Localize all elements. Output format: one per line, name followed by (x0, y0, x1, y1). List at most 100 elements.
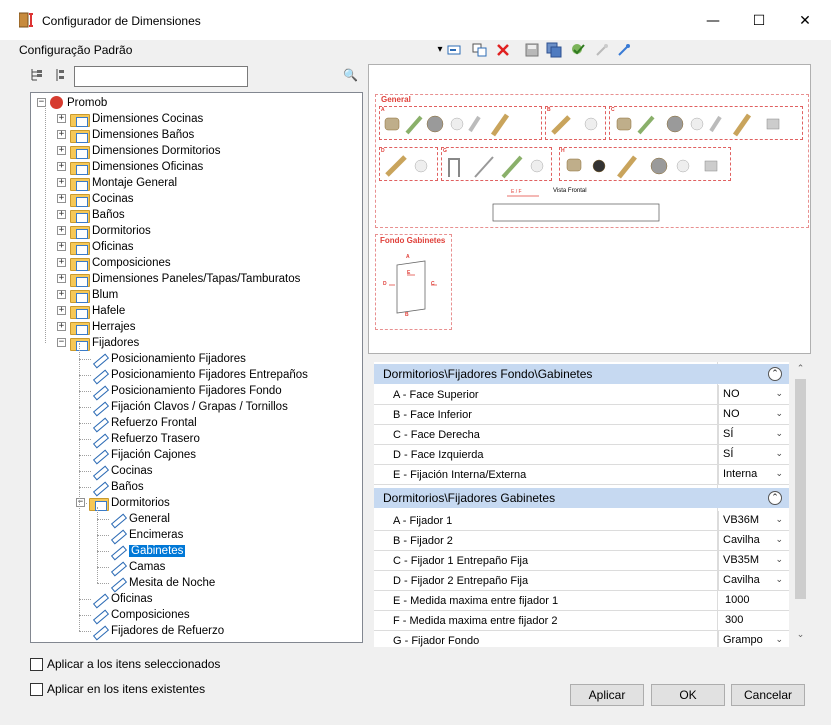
maximize-button[interactable]: ☐ (736, 8, 782, 34)
checkbox-box[interactable] (30, 683, 43, 697)
expander-icon[interactable]: − (57, 338, 66, 348)
property-value-select[interactable]: Interna ⌄ (718, 465, 786, 484)
tree-item[interactable]: + Dimensiones Oficinas (57, 159, 203, 176)
expander-icon[interactable]: + (57, 194, 66, 204)
property-value-select[interactable]: SÍ ⌄ (718, 445, 786, 464)
section-fondo-gabinetes[interactable]: Dormitorios\Fijadores Fondo\Gabinetes ⌃ (374, 364, 789, 384)
scroll-down-icon[interactable]: ⌄ (792, 630, 809, 640)
scroll-up-icon[interactable]: ⌃ (792, 364, 809, 374)
tree-item[interactable]: + Cocinas (57, 191, 134, 208)
tree-item-fijadores[interactable]: − Fijadores (57, 335, 139, 352)
tree-root-promob[interactable]: − Promob (37, 95, 107, 111)
tree-item[interactable]: + Dimensiones Dormitorios (57, 143, 220, 160)
tree-item[interactable]: + Composiciones (57, 255, 171, 272)
tree-item[interactable]: Fijadores de Refuerzo (91, 623, 224, 639)
apply-check-icon[interactable] (570, 42, 586, 58)
tree-item[interactable]: + Dimensiones Paneles/Tapas/Tamburatos (57, 271, 300, 288)
tree-item-dormitorios[interactable]: − Dormitorios (76, 495, 170, 512)
find-icon[interactable]: 🔍 (343, 68, 358, 82)
tree-item[interactable]: Posicionamiento Fijadores (91, 351, 246, 367)
tree-item[interactable]: + Montaje General (57, 175, 177, 192)
expander-icon[interactable]: − (76, 498, 85, 508)
tree-item[interactable]: + Oficinas (57, 239, 134, 256)
expander-icon[interactable]: + (57, 274, 66, 284)
collapse-section-icon[interactable]: ⌃ (768, 491, 782, 505)
property-value-select[interactable]: Cavilha ⌄ (718, 531, 786, 550)
property-value-select[interactable]: Cavilha ⌄ (718, 571, 786, 590)
chevron-down-icon[interactable]: ⌄ (775, 425, 783, 444)
copy-config-icon[interactable] (472, 42, 488, 58)
expander-icon[interactable]: + (57, 226, 66, 236)
delete-icon[interactable] (495, 42, 511, 58)
scrollbar-thumb[interactable] (795, 379, 806, 599)
checkbox-box[interactable] (30, 658, 43, 672)
property-value-select[interactable]: VB36M ⌄ (718, 511, 786, 530)
expander-icon[interactable]: + (57, 242, 66, 252)
chevron-down-icon[interactable]: ⌄ (775, 531, 783, 550)
expand-all-icon[interactable] (30, 68, 44, 82)
tree-item[interactable]: + Dormitorios (57, 223, 151, 240)
tree-search-input[interactable] (74, 66, 248, 87)
minimize-button[interactable]: — (690, 8, 736, 34)
options-tree[interactable]: − Promob + Dimensiones Cocinas + Dimensiones … (30, 92, 363, 643)
chevron-down-icon[interactable]: ⌄ (775, 385, 783, 404)
collapse-all-icon[interactable] (54, 68, 66, 82)
tree-item[interactable]: Posicionamiento Fijadores Fondo (91, 383, 282, 399)
expander-icon[interactable]: + (57, 178, 66, 188)
chevron-down-icon[interactable]: ⌄ (775, 551, 783, 570)
add-config-icon[interactable] (446, 42, 462, 58)
expander-icon[interactable]: + (57, 306, 66, 316)
tree-item[interactable]: + Dimensiones Baños (57, 127, 194, 144)
expander-icon[interactable]: + (57, 322, 66, 332)
tree-item[interactable]: Mesita de Noche (109, 575, 215, 591)
chevron-down-icon[interactable]: ⌄ (775, 405, 783, 424)
chevron-down-icon[interactable]: ⌄ (775, 631, 783, 647)
expander-icon[interactable]: + (57, 130, 66, 140)
expander-icon[interactable]: + (57, 258, 66, 268)
apply-selected-checkbox[interactable]: Aplicar a los itens seleccionados (30, 657, 220, 673)
chevron-down-icon[interactable]: ⌄ (775, 465, 783, 484)
tree-item[interactable]: Camas (109, 559, 165, 575)
expander-icon[interactable]: + (57, 114, 66, 124)
tree-item[interactable]: Composiciones (91, 607, 190, 623)
save-icon[interactable] (524, 42, 540, 58)
cancel-button[interactable]: Cancelar (731, 684, 805, 706)
property-value-input[interactable]: 300 (718, 611, 786, 630)
property-value-select[interactable]: NO ⌄ (718, 385, 786, 404)
save-all-icon[interactable] (546, 42, 562, 58)
tree-item[interactable]: Encimeras (109, 527, 183, 543)
tree-item[interactable]: + Baños (57, 207, 125, 224)
chevron-down-icon[interactable]: ⌄ (775, 571, 783, 590)
property-value-select[interactable]: Grampo ⌄ (718, 631, 786, 647)
property-value-select[interactable]: NO ⌄ (718, 405, 786, 424)
expander-icon[interactable]: + (57, 146, 66, 156)
apply-existing-checkbox[interactable]: Aplicar en los itens existentes (30, 682, 205, 698)
collapse-section-icon[interactable]: ⌃ (768, 367, 782, 381)
property-value-select[interactable]: SÍ ⌄ (718, 425, 786, 444)
tree-item[interactable]: Cocinas (91, 463, 153, 479)
tree-item[interactable]: + Hafele (57, 303, 125, 320)
ok-button[interactable]: OK (651, 684, 725, 706)
chevron-down-icon[interactable]: ⌄ (775, 511, 783, 530)
tree-item[interactable]: Refuerzo Trasero (91, 431, 200, 447)
tree-item[interactable]: Posicionamiento Fijadores Entrepaños (91, 367, 308, 383)
tree-item[interactable]: General (109, 511, 170, 527)
unlink-icon[interactable] (616, 42, 632, 58)
tree-item[interactable]: Refuerzo Frontal (91, 415, 197, 431)
tree-item[interactable]: Oficinas (91, 591, 153, 607)
chevron-down-icon[interactable]: ⌄ (775, 445, 783, 464)
tree-item[interactable]: Fijación Clavos / Grapas / Tornillos (91, 399, 288, 415)
tree-item[interactable]: + Dimensiones Cocinas (57, 111, 203, 128)
section-fijadores-gabinetes[interactable]: Dormitorios\Fijadores Gabinetes ⌃ (374, 488, 789, 508)
tree-item[interactable]: + Herrajes (57, 319, 135, 336)
tree-item[interactable]: Fijación Cajones (91, 447, 196, 463)
tree-item-gabinetes-selected[interactable]: Gabinetes (109, 543, 186, 559)
tree-item[interactable]: Baños (91, 479, 144, 495)
property-value-input[interactable]: 1000 (718, 591, 786, 610)
apply-button[interactable]: Aplicar (570, 684, 644, 706)
close-button[interactable]: ✕ (782, 8, 828, 34)
expander-icon[interactable]: + (57, 210, 66, 220)
properties-scrollbar[interactable]: ⌃ ⌄ (792, 362, 809, 647)
tree-item[interactable]: + Blum (57, 287, 118, 304)
link-icon[interactable] (594, 42, 610, 58)
